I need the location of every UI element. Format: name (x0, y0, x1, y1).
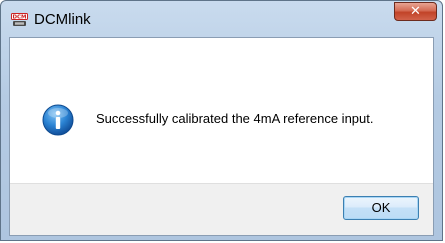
info-icon (42, 104, 74, 136)
close-icon: ✕ (410, 4, 421, 19)
message-area: Successfully calibrated the 4mA referenc… (10, 38, 433, 184)
title-bar[interactable]: DCM DCMlink ✕ (1, 1, 442, 37)
close-button[interactable]: ✕ (394, 2, 437, 21)
button-bar: OK (10, 183, 433, 235)
dialog-client-area: Successfully calibrated the 4mA referenc… (9, 37, 434, 236)
dialog-window: DCM DCMlink ✕ Successfully calibrated th… (0, 0, 443, 241)
svg-text:DCM: DCM (12, 15, 26, 21)
ok-button[interactable]: OK (343, 196, 419, 220)
message-text: Successfully calibrated the 4mA referenc… (96, 111, 374, 126)
window-title: DCMlink (34, 11, 91, 28)
dcm-app-icon: DCM (11, 13, 28, 26)
